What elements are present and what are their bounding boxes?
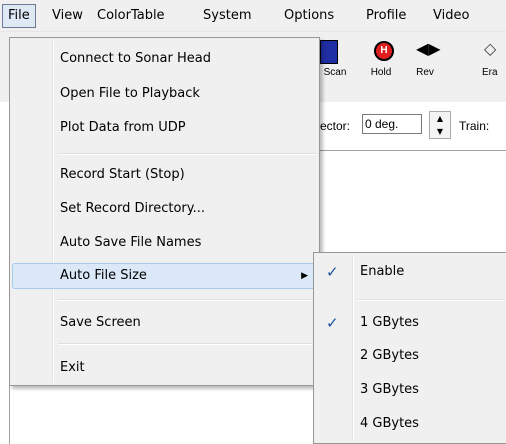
menu-separator [358, 299, 504, 301]
menu-item-auto-save-names[interactable]: Auto Save File Names [12, 230, 317, 256]
rev-label: Rev [416, 67, 434, 78]
menu-bar: File View ColorTable System Options Prof… [0, 0, 506, 32]
menu-item-label: Enable [360, 264, 405, 279]
submenu-item-2gb[interactable]: 2 GBytes [316, 343, 504, 369]
menu-item-exit[interactable]: Exit [12, 355, 317, 381]
erase-icon: ◇ [484, 41, 497, 58]
menu-item-label: Open File to Playback [60, 86, 200, 101]
menu-item-label: Auto File Size [60, 268, 147, 283]
menu-view[interactable]: View [47, 6, 88, 26]
submenu-arrow-icon: ▶ [301, 271, 308, 281]
scan-label: Scan [323, 67, 347, 78]
submenu-item-3gb[interactable]: 3 GBytes [316, 377, 504, 403]
sector-label: ector: [320, 119, 351, 133]
menu-item-label: Exit [60, 360, 85, 375]
submenu-item-1gb[interactable]: ✓ 1 GBytes [316, 310, 504, 336]
auto-file-size-submenu: ✓ Enable ✓ 1 GBytes 2 GBytes 3 GBytes 4 … [313, 252, 506, 444]
menu-item-label: Auto Save File Names [60, 235, 202, 250]
menu-file[interactable]: File [2, 4, 36, 28]
scan-button[interactable]: Scan [314, 40, 356, 78]
hold-label: Hold [370, 67, 392, 78]
menu-item-label: 4 GBytes [360, 416, 419, 431]
menu-item-label: 1 GBytes [360, 315, 419, 330]
train-label: Train: [459, 119, 490, 133]
menu-item-label: 3 GBytes [360, 382, 419, 397]
rev-button[interactable]: ◀▶ Rev [404, 40, 446, 79]
scan-icon [320, 40, 338, 64]
checkmark-icon: ✓ [326, 314, 339, 332]
menu-item-auto-file-size[interactable]: Auto File Size ▶ [12, 263, 317, 289]
sector-input[interactable]: 0 deg. [362, 114, 422, 134]
checkmark-icon: ✓ [326, 263, 339, 281]
menu-item-connect-sonar[interactable]: Connect to Sonar Head [12, 46, 317, 72]
spin-down-icon[interactable]: ▼ [430, 125, 450, 138]
erase-label: Era [482, 67, 498, 78]
menu-item-label: Connect to Sonar Head [60, 51, 211, 66]
hold-icon: H [374, 41, 394, 61]
menu-item-label: 2 GBytes [360, 348, 419, 363]
erase-button[interactable]: ◇ Era [464, 40, 506, 79]
menu-system[interactable]: System [198, 6, 256, 26]
spin-up-icon[interactable]: ▲ [430, 112, 450, 125]
menu-item-label: Save Screen [60, 315, 141, 330]
sector-spinner[interactable]: ▲ ▼ [429, 111, 451, 139]
menu-colortable[interactable]: ColorTable [92, 6, 170, 26]
menu-item-plot-udp[interactable]: Plot Data from UDP [12, 115, 317, 141]
submenu-item-enable[interactable]: ✓ Enable [316, 259, 504, 285]
submenu-item-4gb[interactable]: 4 GBytes [316, 411, 504, 437]
menu-item-label: Plot Data from UDP [60, 120, 186, 135]
menu-separator [58, 153, 317, 155]
menu-video[interactable]: Video [428, 6, 474, 26]
hold-button[interactable]: H Hold [360, 40, 402, 78]
menu-separator [58, 343, 317, 345]
menu-separator [58, 299, 317, 301]
workarea-border [320, 150, 506, 151]
menu-item-set-record-dir[interactable]: Set Record Directory... [12, 196, 317, 222]
rev-icon: ◀▶ [416, 41, 441, 58]
menu-item-label: Record Start (Stop) [60, 167, 185, 182]
file-menu: Connect to Sonar Head Open File to Playb… [9, 37, 320, 386]
menu-item-label: Set Record Directory... [60, 201, 205, 216]
menu-profile[interactable]: Profile [361, 6, 411, 26]
menu-item-save-screen[interactable]: Save Screen [12, 310, 317, 336]
menu-item-record-start[interactable]: Record Start (Stop) [12, 162, 317, 188]
menu-item-open-playback[interactable]: Open File to Playback [12, 81, 317, 107]
menu-options[interactable]: Options [279, 6, 339, 26]
